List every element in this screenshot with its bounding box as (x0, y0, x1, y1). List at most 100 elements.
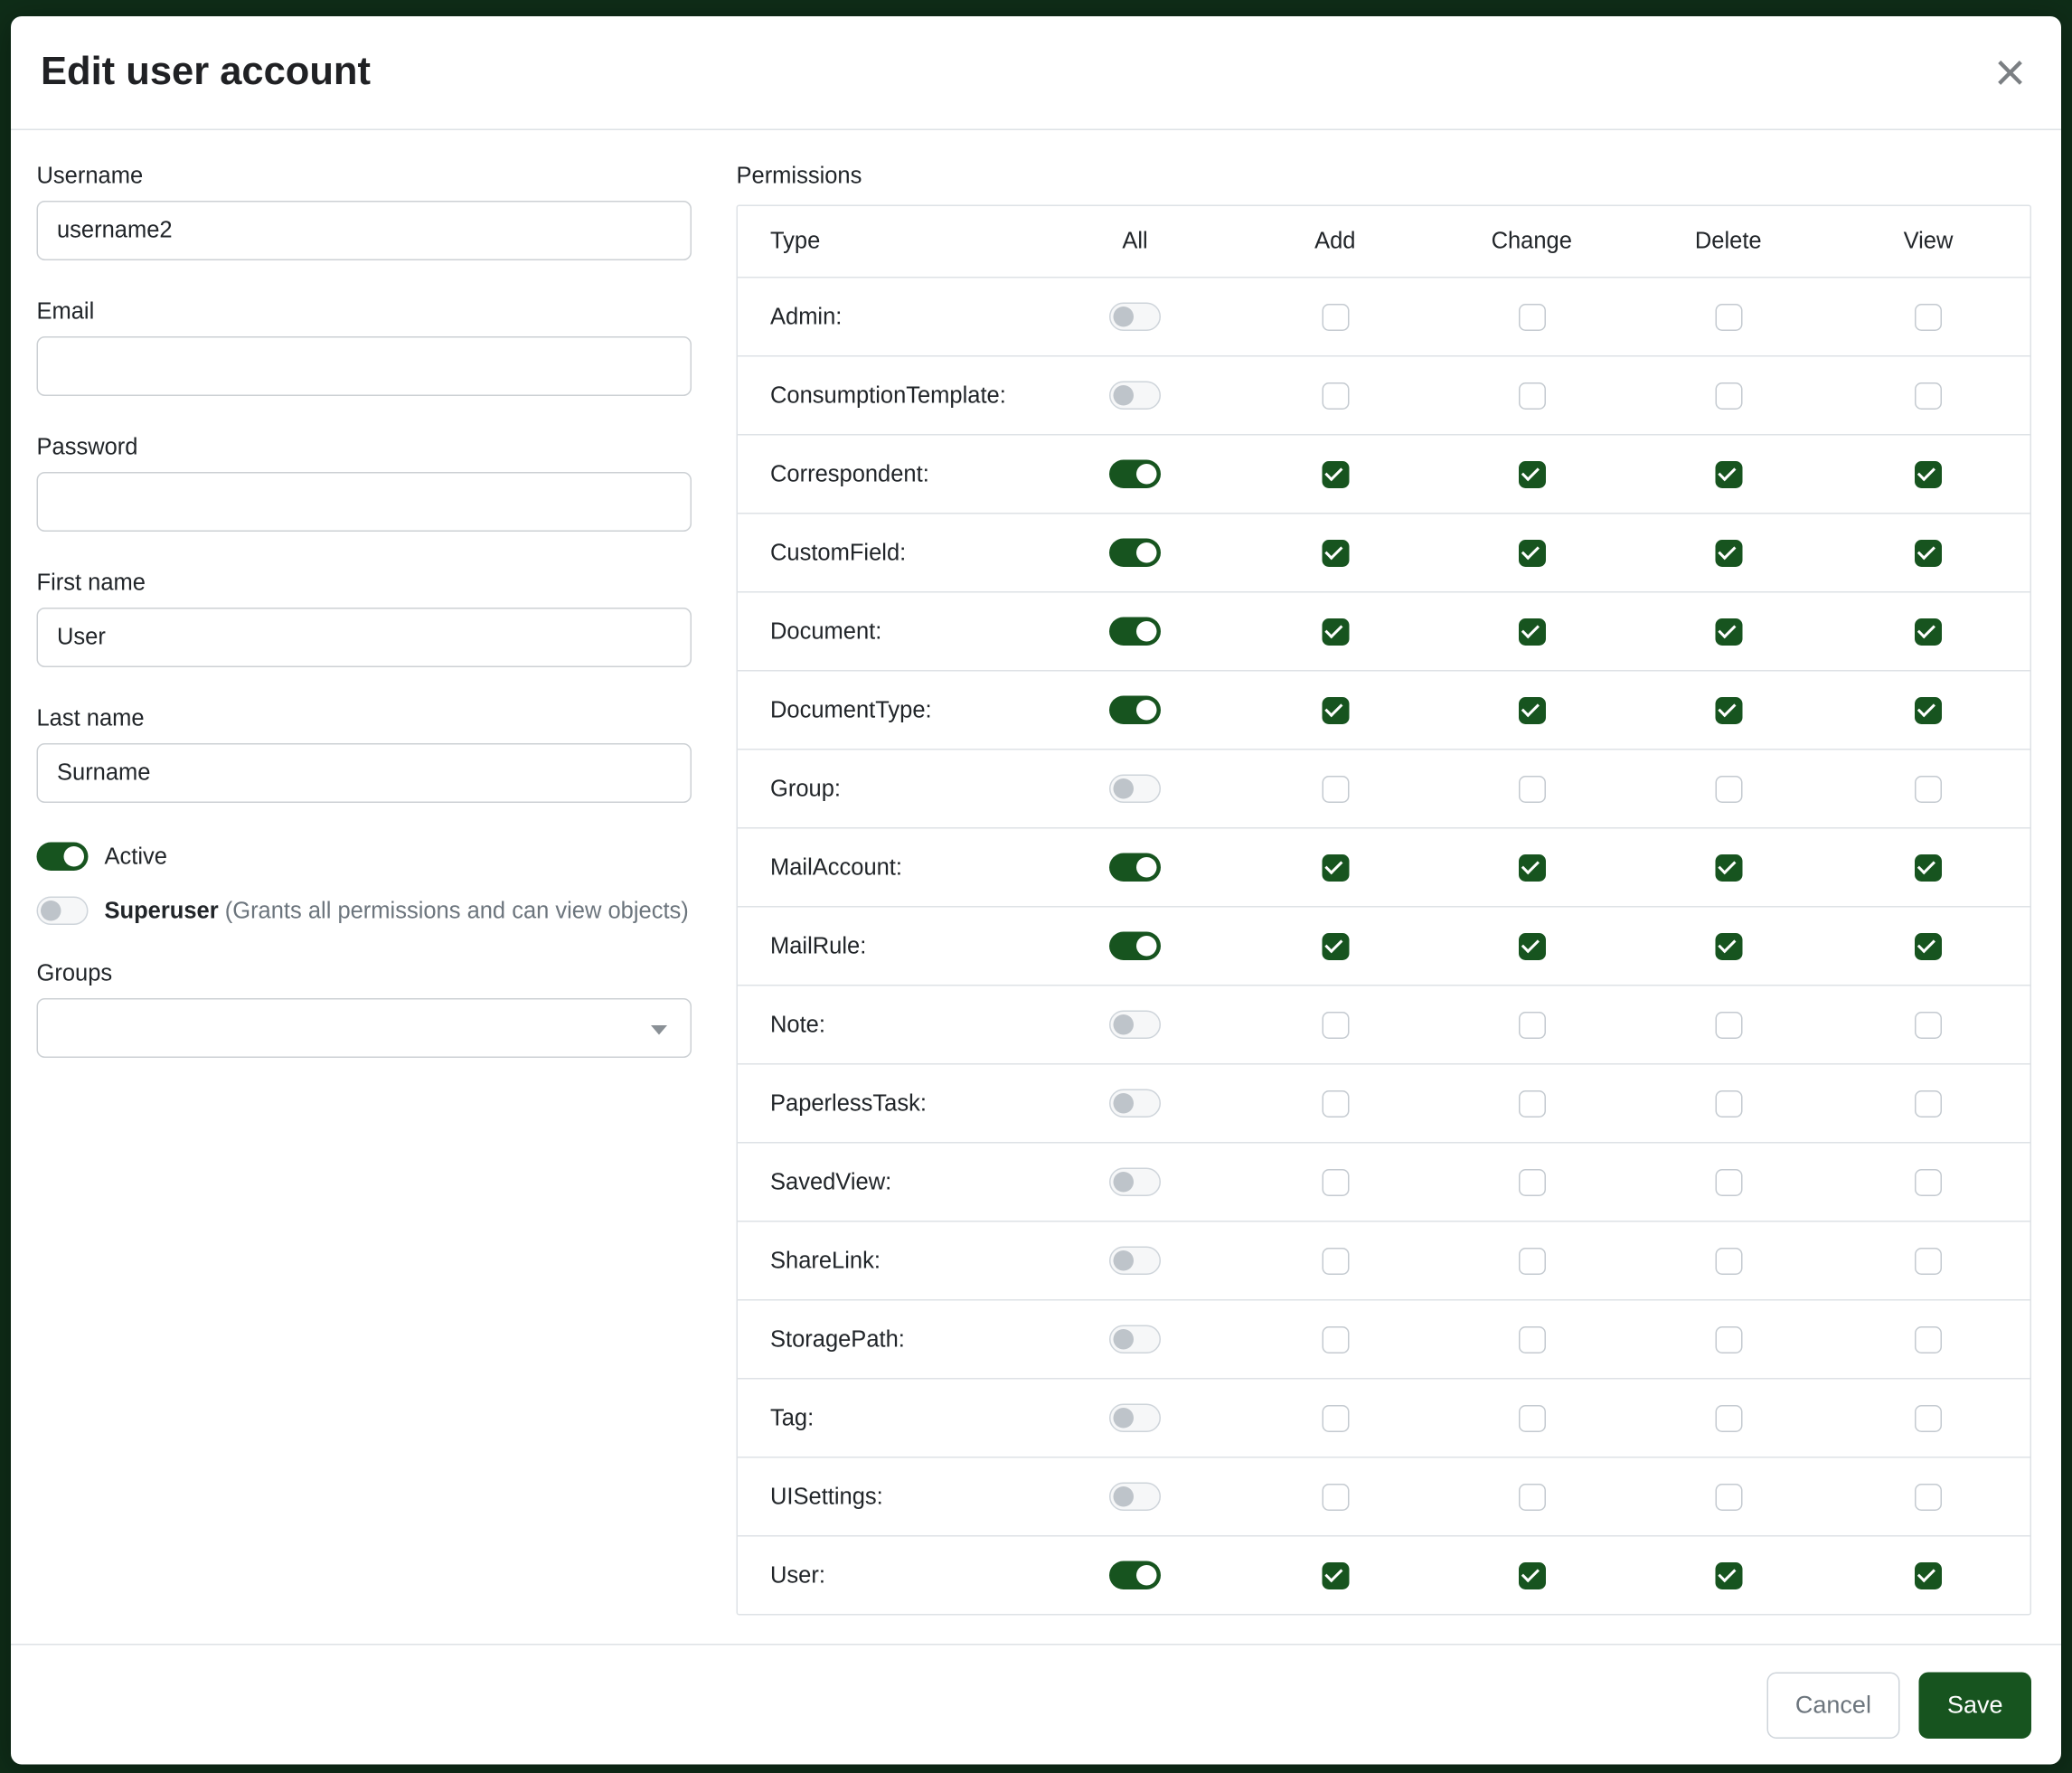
permission-all-toggle[interactable] (1109, 618, 1161, 646)
superuser-toggle[interactable] (37, 896, 89, 925)
permission-change-checkbox[interactable] (1518, 696, 1545, 723)
username-input[interactable] (37, 201, 692, 260)
permission-view-checkbox[interactable] (1915, 1247, 1942, 1274)
permission-all-toggle[interactable] (1109, 382, 1161, 410)
permission-view-checkbox[interactable] (1915, 775, 1942, 802)
permission-add-checkbox[interactable] (1322, 1404, 1349, 1431)
permission-change-checkbox[interactable] (1518, 1561, 1545, 1589)
permission-add-checkbox[interactable] (1322, 382, 1349, 409)
permission-delete-checkbox[interactable] (1715, 932, 1742, 959)
permission-all-toggle[interactable] (1109, 853, 1161, 882)
permission-add-checkbox[interactable] (1322, 696, 1349, 723)
permission-view-checkbox[interactable] (1915, 1325, 1942, 1353)
column-header-add: Add (1237, 228, 1434, 255)
permission-change-checkbox[interactable] (1518, 1325, 1545, 1353)
permission-change-checkbox[interactable] (1518, 1404, 1545, 1431)
permission-add-checkbox[interactable] (1322, 932, 1349, 959)
permission-add-checkbox[interactable] (1322, 1011, 1349, 1038)
permission-view-checkbox[interactable] (1915, 460, 1942, 487)
last-name-field[interactable] (37, 743, 692, 803)
permission-view-checkbox[interactable] (1915, 932, 1942, 959)
permission-view-checkbox[interactable] (1915, 1483, 1942, 1510)
permission-all-toggle[interactable] (1109, 1168, 1161, 1197)
permission-add-checkbox[interactable] (1322, 460, 1349, 487)
active-toggle[interactable] (37, 843, 89, 872)
permission-delete-checkbox[interactable] (1715, 460, 1742, 487)
permission-delete-checkbox[interactable] (1715, 303, 1742, 330)
permission-change-checkbox[interactable] (1518, 1089, 1545, 1117)
permission-all-toggle[interactable] (1109, 1247, 1161, 1276)
permission-delete-checkbox[interactable] (1715, 1483, 1742, 1510)
permission-view-checkbox[interactable] (1915, 1089, 1942, 1117)
permissions-section: Permissions Type All Add Change Delete V… (737, 163, 2032, 1630)
permission-all-toggle[interactable] (1109, 460, 1161, 489)
permission-delete-checkbox[interactable] (1715, 1168, 1742, 1195)
permission-all-toggle[interactable] (1109, 1561, 1161, 1590)
permission-change-checkbox[interactable] (1518, 932, 1545, 959)
permission-add-checkbox[interactable] (1322, 618, 1349, 645)
permission-all-toggle[interactable] (1109, 1011, 1161, 1040)
permission-change-checkbox[interactable] (1518, 303, 1545, 330)
permission-all-toggle[interactable] (1109, 696, 1161, 725)
permission-view-checkbox[interactable] (1915, 1168, 1942, 1195)
permission-change-checkbox[interactable] (1518, 539, 1545, 566)
permission-all-toggle[interactable] (1109, 539, 1161, 568)
groups-select[interactable] (37, 998, 692, 1058)
permission-delete-checkbox[interactable] (1715, 1404, 1742, 1431)
permission-all-toggle[interactable] (1109, 1483, 1161, 1512)
permission-delete-checkbox[interactable] (1715, 618, 1742, 645)
permission-add-checkbox[interactable] (1322, 303, 1349, 330)
permission-change-checkbox[interactable] (1518, 853, 1545, 881)
permission-add-checkbox[interactable] (1322, 853, 1349, 881)
permission-change-checkbox[interactable] (1518, 775, 1545, 802)
permission-change-checkbox[interactable] (1518, 1168, 1545, 1195)
permission-delete-checkbox[interactable] (1715, 1247, 1742, 1274)
permission-all-toggle[interactable] (1109, 932, 1161, 961)
permission-change-checkbox[interactable] (1518, 382, 1545, 409)
permission-add-checkbox[interactable] (1322, 1247, 1349, 1274)
permission-all-toggle[interactable] (1109, 1325, 1161, 1354)
permission-view-checkbox[interactable] (1915, 853, 1942, 881)
permission-change-checkbox[interactable] (1518, 1247, 1545, 1274)
permission-view-checkbox[interactable] (1915, 382, 1942, 409)
permission-delete-checkbox[interactable] (1715, 539, 1742, 566)
permission-view-checkbox[interactable] (1915, 618, 1942, 645)
first-name-field[interactable] (37, 608, 692, 667)
permission-view-checkbox[interactable] (1915, 1561, 1942, 1589)
close-icon[interactable]: × (1989, 45, 2031, 99)
permission-delete-checkbox[interactable] (1715, 1561, 1742, 1589)
permission-all-toggle[interactable] (1109, 775, 1161, 804)
permission-add-checkbox[interactable] (1322, 1483, 1349, 1510)
permission-delete-checkbox[interactable] (1715, 775, 1742, 802)
permission-change-checkbox[interactable] (1518, 460, 1545, 487)
permission-view-checkbox[interactable] (1915, 1011, 1942, 1038)
permission-view-checkbox[interactable] (1915, 539, 1942, 566)
permission-delete-checkbox[interactable] (1715, 696, 1742, 723)
permission-all-toggle[interactable] (1109, 1089, 1161, 1118)
permission-add-checkbox[interactable] (1322, 1089, 1349, 1117)
permission-view-checkbox[interactable] (1915, 1404, 1942, 1431)
permission-all-toggle[interactable] (1109, 303, 1161, 332)
permission-add-checkbox[interactable] (1322, 1168, 1349, 1195)
permission-add-checkbox[interactable] (1322, 1325, 1349, 1353)
permission-add-checkbox[interactable] (1322, 539, 1349, 566)
permission-change-checkbox[interactable] (1518, 1011, 1545, 1038)
save-button[interactable]: Save (1918, 1672, 2031, 1739)
cancel-button[interactable]: Cancel (1766, 1672, 1899, 1739)
email-field[interactable] (37, 336, 692, 396)
permission-all-toggle[interactable] (1109, 1404, 1161, 1433)
permission-type-label: SavedView: (738, 1168, 1033, 1195)
table-row: UISettings: (738, 1457, 2030, 1535)
permission-view-checkbox[interactable] (1915, 303, 1942, 330)
permission-delete-checkbox[interactable] (1715, 382, 1742, 409)
permission-delete-checkbox[interactable] (1715, 853, 1742, 881)
permission-delete-checkbox[interactable] (1715, 1011, 1742, 1038)
password-field[interactable] (37, 472, 692, 532)
permission-view-checkbox[interactable] (1915, 696, 1942, 723)
permission-change-checkbox[interactable] (1518, 618, 1545, 645)
permission-delete-checkbox[interactable] (1715, 1089, 1742, 1117)
permission-delete-checkbox[interactable] (1715, 1325, 1742, 1353)
permission-add-checkbox[interactable] (1322, 1561, 1349, 1589)
permission-change-checkbox[interactable] (1518, 1483, 1545, 1510)
permission-add-checkbox[interactable] (1322, 775, 1349, 802)
